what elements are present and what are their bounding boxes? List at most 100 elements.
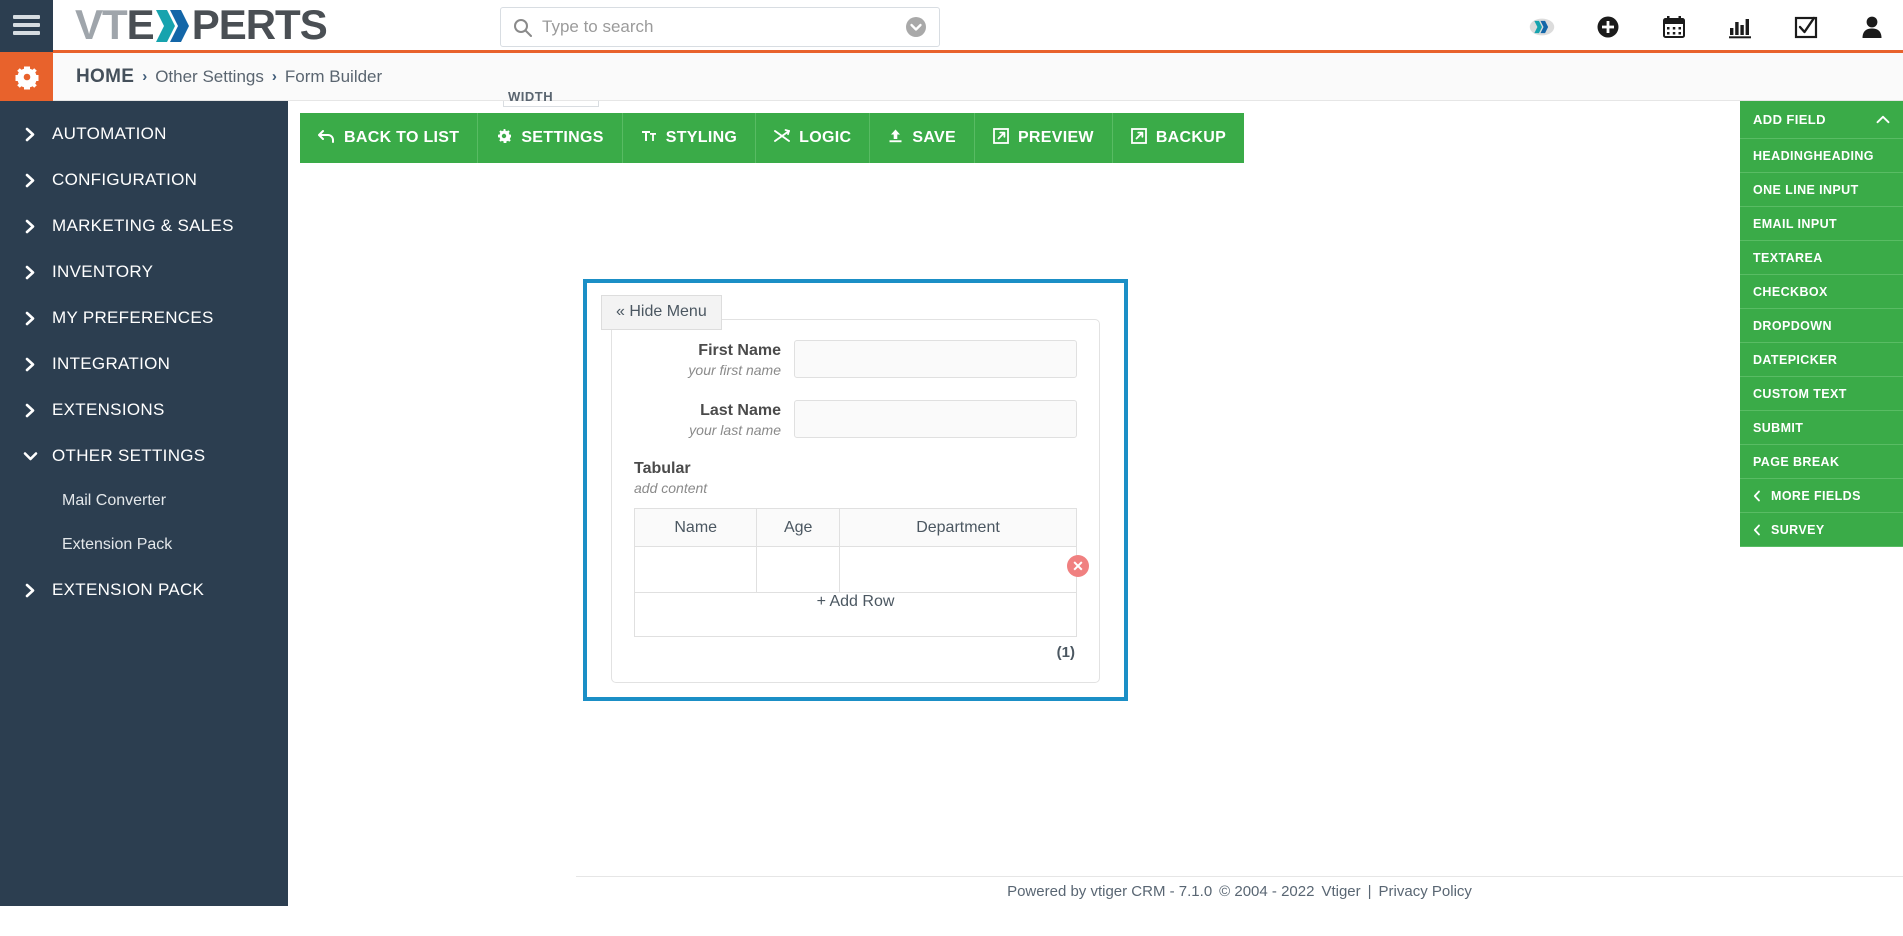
field-type-dropdown[interactable]: DROPDOWN (1740, 309, 1903, 343)
footer-divider: | (1367, 883, 1372, 900)
sidebar-item-configuration[interactable]: CONFIGURATION (0, 157, 288, 203)
sidebar-item-label: INTEGRATION (52, 354, 171, 373)
sidebar-item-my-preferences[interactable]: MY PREFERENCES (0, 295, 288, 341)
hide-menu-button[interactable]: « Hide Menu (601, 295, 722, 330)
field-type-label: SURVEY (1771, 522, 1825, 537)
sidebar-item-label: EXTENSIONS (52, 400, 165, 419)
sidebar-item-extension-pack[interactable]: EXTENSION PACK (0, 567, 288, 613)
add-row-button[interactable]: + Add Row (634, 593, 1077, 637)
footer-vendor-link[interactable]: Vtiger (1321, 883, 1360, 900)
hamburger-bar (13, 31, 40, 35)
form-field-first-name: First Name your first name (634, 340, 1077, 378)
column-header-age: Age (756, 508, 840, 547)
chevron-right-icon (22, 127, 38, 142)
add-circle-icon[interactable] (1595, 14, 1621, 40)
checkbox-task-icon[interactable] (1793, 14, 1819, 40)
back-to-list-button[interactable]: BACK TO LIST (300, 113, 479, 163)
sidebar-item-label: INVENTORY (52, 262, 154, 281)
top-bar: VT E PERTS (0, 0, 1903, 53)
backup-button[interactable]: BACKUP (1113, 113, 1244, 163)
field-type-label: DATEPICKER (1753, 352, 1838, 367)
chevron-down-icon (22, 451, 38, 462)
sidebar-navigation: AUTOMATION CONFIGURATION MARKETING & SAL… (0, 101, 288, 906)
preview-button[interactable]: PREVIEW (975, 113, 1113, 163)
column-header-name: Name (633, 508, 758, 547)
sidebar-subitem-label: Mail Converter (62, 492, 167, 509)
breadcrumb-item-form-builder[interactable]: Form Builder (285, 67, 382, 87)
width-label: WIDTH (508, 89, 554, 103)
vtexperts-x-icon[interactable] (1529, 14, 1555, 40)
brand-logo[interactable]: VT E PERTS (75, 1, 328, 49)
field-type-label: SUBMIT (1753, 420, 1804, 435)
sidebar-item-mail-converter[interactable]: Mail Converter (0, 479, 288, 523)
button-label: LOGIC (799, 129, 852, 146)
field-type-page-break[interactable]: PAGE BREAK (1740, 445, 1903, 479)
field-type-survey[interactable]: SURVEY (1740, 513, 1903, 547)
field-label-group: Last Name your last name (634, 400, 794, 438)
search-icon (513, 18, 532, 37)
bar-chart-icon[interactable] (1727, 14, 1753, 40)
footer-powered-by: Powered by vtiger CRM - 7.1.0 (1007, 883, 1213, 900)
gear-icon[interactable] (0, 52, 53, 101)
footer: Powered by vtiger CRM - 7.1.0 © 2004 - 2… (576, 876, 1903, 906)
field-label: Tabular (634, 460, 691, 477)
tabular-table: Name Age Department (633, 508, 1078, 593)
sidebar-item-label: OTHER SETTINGS (52, 446, 206, 465)
sidebar-item-extensions[interactable]: EXTENSIONS (0, 387, 288, 433)
field-type-label: DROPDOWN (1753, 318, 1832, 333)
search-box[interactable] (500, 7, 940, 47)
form-canvas: « Hide Menu First Name your first name L… (583, 279, 1128, 701)
logic-button[interactable]: LOGIC (756, 113, 871, 163)
first-name-input[interactable] (794, 340, 1077, 378)
chevron-right-icon (22, 219, 38, 234)
text-format-icon (641, 129, 657, 148)
sidebar-subitem-label: Extension Pack (62, 536, 173, 553)
sidebar-item-label: EXTENSION PACK (52, 580, 205, 599)
calendar-icon[interactable] (1661, 14, 1687, 40)
field-type-checkbox[interactable]: CHECKBOX (1740, 275, 1903, 309)
sidebar-item-inventory[interactable]: INVENTORY (0, 249, 288, 295)
cell-name[interactable] (633, 546, 758, 593)
hamburger-menu-icon[interactable] (0, 0, 53, 52)
field-type-label: CHECKBOX (1753, 284, 1828, 299)
breadcrumb-item-other-settings[interactable]: Other Settings (155, 67, 264, 87)
field-type-datepicker[interactable]: DATEPICKER (1740, 343, 1903, 377)
search-input[interactable] (542, 17, 905, 37)
user-avatar-icon[interactable] (1859, 14, 1885, 40)
chevron-right-icon (22, 265, 38, 280)
chevron-right-icon (22, 403, 38, 418)
footer-privacy-policy-link[interactable]: Privacy Policy (1379, 883, 1472, 900)
field-type-label: CUSTOM TEXT (1753, 386, 1847, 401)
field-type-submit[interactable]: SUBMIT (1740, 411, 1903, 445)
last-name-input[interactable] (794, 400, 1077, 438)
field-type-label: HEADINGHEADING (1753, 148, 1874, 163)
add-field-panel-header[interactable]: ADD FIELD (1740, 101, 1903, 139)
cell-age[interactable] (756, 546, 840, 593)
field-type-heading[interactable]: HEADINGHEADING (1740, 139, 1903, 173)
field-type-label: TEXTAREA (1753, 250, 1823, 265)
chevron-up-icon[interactable] (1876, 112, 1890, 127)
field-type-label: ONE LINE INPUT (1753, 182, 1859, 197)
sidebar-item-label: MY PREFERENCES (52, 308, 214, 327)
button-label: BACKUP (1155, 129, 1227, 146)
chevron-right-icon (22, 583, 38, 598)
sidebar-item-extension-pack-sub[interactable]: Extension Pack (0, 523, 288, 567)
field-type-more-fields[interactable]: MORE FIELDS (1740, 479, 1903, 513)
field-type-textarea[interactable]: TEXTAREA (1740, 241, 1903, 275)
breadcrumb-item-home[interactable]: HOME (76, 66, 134, 88)
button-label: SAVE (912, 129, 956, 146)
settings-button[interactable]: SETTINGS (478, 113, 623, 163)
chevron-down-circle-icon[interactable] (905, 16, 927, 38)
field-type-custom-text[interactable]: CUSTOM TEXT (1740, 377, 1903, 411)
field-type-email-input[interactable]: EMAIL INPUT (1740, 207, 1903, 241)
sidebar-item-marketing-and-sales[interactable]: MARKETING & SALES (0, 203, 288, 249)
field-type-one-line-input[interactable]: ONE LINE INPUT (1740, 173, 1903, 207)
sidebar-item-other-settings[interactable]: OTHER SETTINGS (0, 433, 288, 479)
save-button[interactable]: SAVE (870, 113, 975, 163)
sidebar-item-automation[interactable]: AUTOMATION (0, 111, 288, 157)
field-hint: add content (634, 480, 708, 496)
cell-department[interactable] (838, 546, 1078, 593)
styling-button[interactable]: STYLING (623, 113, 757, 163)
delete-row-icon[interactable]: ✕ (1067, 555, 1089, 577)
sidebar-item-integration[interactable]: INTEGRATION (0, 341, 288, 387)
